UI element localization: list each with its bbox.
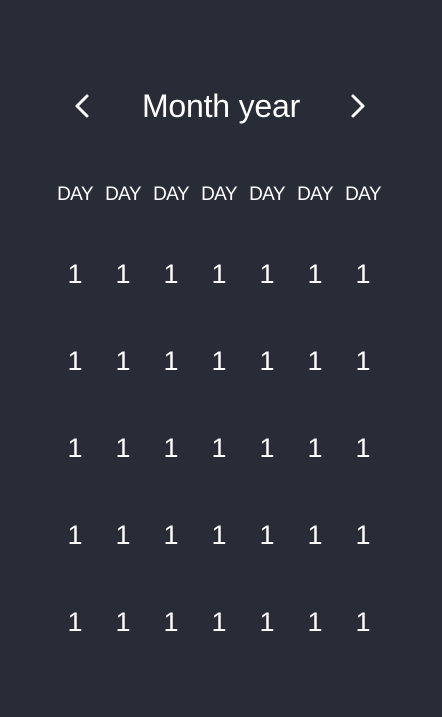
day-cell[interactable]: 1 [51, 430, 99, 517]
day-cell[interactable]: 1 [51, 256, 99, 343]
calendar-header: Month year [0, 70, 442, 142]
day-cell[interactable]: 1 [99, 430, 147, 517]
day-cell[interactable]: 1 [195, 256, 243, 343]
day-cell[interactable]: 1 [51, 517, 99, 604]
chevron-right-icon [351, 94, 365, 118]
weekday-label: DAY [105, 184, 141, 205]
calendar: Month year DAY DAY DAY DAY DAY DAY DAY 1… [0, 0, 442, 717]
day-cell[interactable]: 1 [291, 604, 339, 691]
day-cell[interactable]: 1 [339, 517, 387, 604]
day-cell[interactable]: 1 [147, 430, 195, 517]
day-grid: 1 1 1 1 1 1 1 1 1 1 1 1 1 1 1 1 1 1 1 1 … [51, 256, 391, 691]
day-cell[interactable]: 1 [99, 517, 147, 604]
weekday-label: DAY [345, 184, 381, 205]
day-cell[interactable]: 1 [51, 343, 99, 430]
day-cell[interactable]: 1 [195, 343, 243, 430]
day-cell[interactable]: 1 [243, 604, 291, 691]
day-cell[interactable]: 1 [99, 343, 147, 430]
day-cell[interactable]: 1 [147, 517, 195, 604]
day-cell[interactable]: 1 [291, 517, 339, 604]
weekday-label: DAY [297, 184, 333, 205]
day-cell[interactable]: 1 [147, 343, 195, 430]
month-year-title: Month year [141, 88, 301, 124]
day-cell[interactable]: 1 [195, 430, 243, 517]
day-cell[interactable]: 1 [291, 430, 339, 517]
day-cell[interactable]: 1 [147, 604, 195, 691]
day-cell[interactable]: 1 [195, 604, 243, 691]
day-cell[interactable]: 1 [51, 604, 99, 691]
day-cell[interactable]: 1 [291, 256, 339, 343]
day-cell[interactable]: 1 [99, 604, 147, 691]
day-cell[interactable]: 1 [243, 256, 291, 343]
prev-month-button[interactable] [66, 90, 98, 122]
chevron-left-icon [75, 94, 89, 118]
day-cell[interactable]: 1 [147, 256, 195, 343]
day-cell[interactable]: 1 [243, 517, 291, 604]
day-cell[interactable]: 1 [243, 343, 291, 430]
day-cell[interactable]: 1 [339, 343, 387, 430]
next-month-button[interactable] [342, 90, 374, 122]
day-cell[interactable]: 1 [339, 430, 387, 517]
day-cell[interactable]: 1 [195, 517, 243, 604]
weekday-label: DAY [57, 184, 93, 205]
day-cell[interactable]: 1 [291, 343, 339, 430]
weekday-label: DAY [153, 184, 189, 205]
weekday-label: DAY [201, 184, 237, 205]
weekday-label: DAY [249, 184, 285, 205]
day-cell[interactable]: 1 [339, 256, 387, 343]
day-cell[interactable]: 1 [339, 604, 387, 691]
day-cell[interactable]: 1 [243, 430, 291, 517]
weekday-header-row: DAY DAY DAY DAY DAY DAY DAY [51, 183, 391, 207]
day-cell[interactable]: 1 [99, 256, 147, 343]
